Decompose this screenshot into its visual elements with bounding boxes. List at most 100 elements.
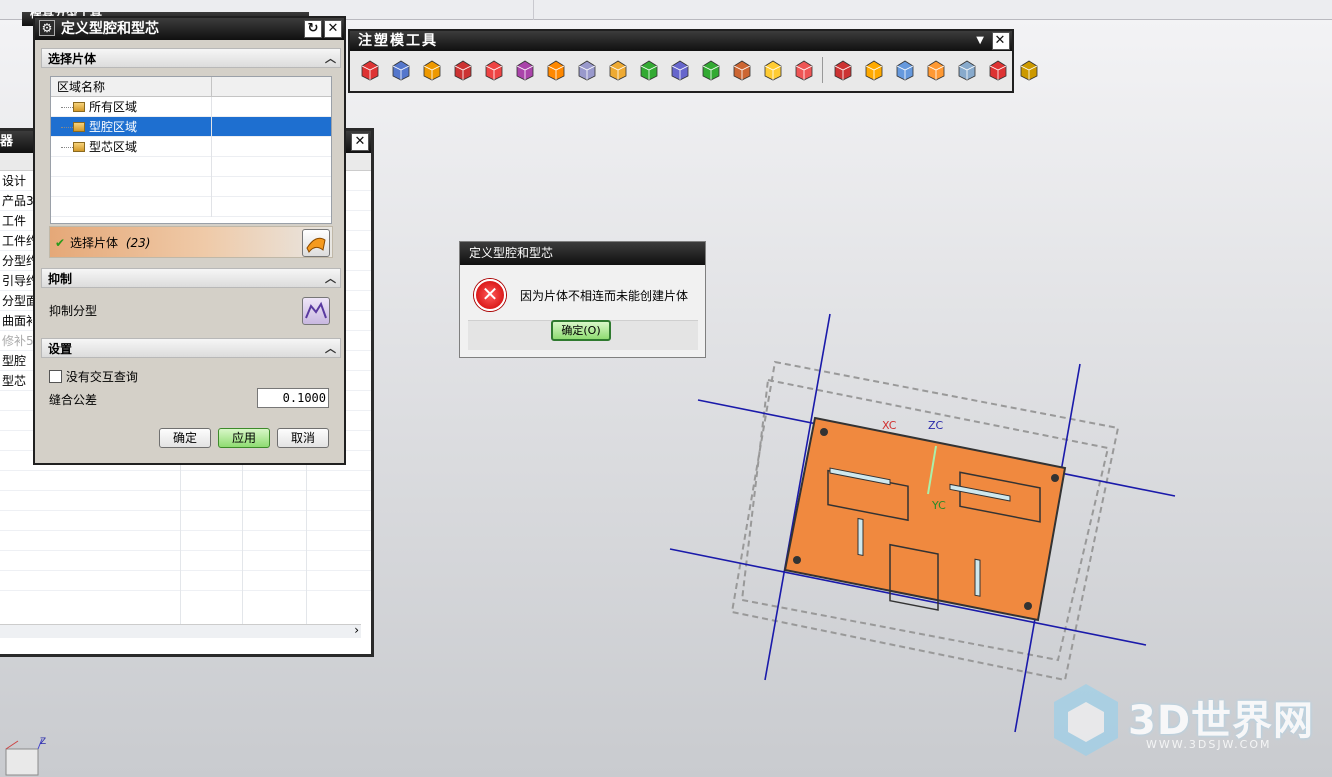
replace-face-icon[interactable]: [606, 58, 630, 82]
region-row-empty: [51, 157, 331, 177]
error-message: 因为片体不相连而未能创建片体: [520, 289, 689, 303]
dialog-titlebar: ⚙ 定义型腔和型芯 ↻ ✕: [35, 18, 344, 40]
reference-ruler-icon[interactable]: [1017, 58, 1041, 82]
sheet-patch-icon[interactable]: [451, 58, 475, 82]
chevron-up-icon[interactable]: ︿: [325, 339, 336, 359]
region-row-empty: [51, 177, 331, 197]
triad-z-label: Z: [40, 737, 46, 747]
region-row[interactable]: 型芯区域: [51, 137, 331, 157]
chevron-up-icon[interactable]: ︿: [325, 269, 336, 289]
mold-design-check-icon[interactable]: [986, 58, 1010, 82]
stitch-tolerance-input[interactable]: [257, 388, 329, 408]
trim-region-icon[interactable]: [575, 58, 599, 82]
section-suppress-label: 抑制: [48, 272, 73, 286]
no-interaction-checkbox[interactable]: [49, 370, 62, 383]
dialog-title: 定义型腔和型芯: [61, 21, 159, 37]
strip-separator: [533, 0, 534, 20]
scroll-right-icon[interactable]: ›: [354, 623, 359, 637]
column-divider: [211, 177, 212, 197]
select-sheet-row[interactable]: ✔ 选择片体 (23): [49, 226, 333, 258]
suppress-parting-button[interactable]: [302, 297, 330, 325]
region-table-header: 区域名称: [51, 77, 331, 97]
column-divider: [211, 117, 212, 137]
section-settings-label: 设置: [48, 342, 73, 356]
xc-axis-label: XC: [882, 419, 897, 432]
edge-patch-icon[interactable]: [482, 58, 506, 82]
extension-sheet-icon[interactable]: [637, 58, 661, 82]
graphics-viewport[interactable]: XC ZC YC: [660, 300, 1200, 740]
extend-sheet-icon[interactable]: [513, 58, 537, 82]
watermark: 3D世界网 WWW.3DSJW.COM: [1046, 680, 1316, 765]
select-sheet-count: (23): [125, 236, 151, 250]
column-divider: [211, 157, 212, 177]
section-suppress[interactable]: 抑制 ︿: [41, 268, 341, 288]
view-triad: Z: [5, 737, 46, 776]
solid-patch-icon[interactable]: [420, 58, 444, 82]
region-icon: [73, 122, 85, 132]
column-divider: [211, 97, 212, 117]
suppress-parting-label: 抑制分型: [49, 304, 98, 318]
section-settings[interactable]: 设置 ︿: [41, 338, 341, 358]
cube-logo-icon: [1054, 684, 1118, 756]
toolbar-menu-icon[interactable]: ▼: [976, 31, 986, 51]
dialog-close-button[interactable]: ✕: [324, 20, 342, 38]
toolbar-titlebar: 注塑模工具 ▼ ✕: [350, 31, 1012, 51]
trim-solid-icon[interactable]: [924, 58, 948, 82]
tree-row-empty: [0, 491, 371, 511]
tree-connector: [61, 107, 73, 108]
region-row[interactable]: 型腔区域: [51, 117, 331, 137]
bounded-plane-icon[interactable]: [544, 58, 568, 82]
tree-row-empty: [0, 551, 371, 571]
reset-icon[interactable]: ↻: [304, 20, 322, 38]
region-table: 区域名称 所有区域 型腔区域型芯区域: [50, 76, 332, 224]
define-cavity-core-dialog: ⚙ 定义型腔和型芯 ↻ ✕ 选择片体 ︿ 区域名称 所有区域 型腔区域型芯区域 ✔…: [33, 16, 346, 465]
tree-row-empty: [0, 471, 371, 491]
offset-region-icon[interactable]: [792, 58, 816, 82]
zc-axis-label: ZC: [928, 419, 944, 432]
cancel-button[interactable]: 取消: [277, 428, 329, 448]
section-select-sheet-label: 选择片体: [48, 52, 97, 66]
split-solid-icon[interactable]: [389, 58, 413, 82]
tree-row-empty: [0, 571, 371, 591]
yc-axis-label: YC: [931, 499, 946, 512]
column-divider: [211, 197, 212, 217]
region-icon: [73, 102, 85, 112]
face-color-icon[interactable]: [955, 58, 979, 82]
region-name: 型芯区域: [89, 140, 138, 154]
no-interaction-row[interactable]: 没有交互查询: [49, 368, 138, 385]
toolbar-separator: [822, 57, 823, 83]
section-select-sheet[interactable]: 选择片体 ︿: [41, 48, 341, 68]
suppress-icon: [305, 301, 327, 319]
merge-cavity-icon[interactable]: [893, 58, 917, 82]
tree-connector: [61, 147, 73, 148]
error-dialog: 定义型腔和型芯 ✕ 因为片体不相连而未能创建片体 确定(O): [459, 241, 706, 358]
region-name-header: 区域名称: [57, 80, 106, 94]
sheet-body-icon: [306, 237, 326, 253]
chevron-up-icon[interactable]: ︿: [325, 49, 336, 69]
no-interaction-label: 没有交互查询: [65, 370, 138, 384]
check-icon: ✔: [55, 236, 66, 250]
wcs-icon[interactable]: [831, 58, 855, 82]
apply-button[interactable]: 应用: [218, 428, 270, 448]
extend-solid-icon[interactable]: [761, 58, 785, 82]
region-row-empty: [51, 197, 331, 217]
region-row[interactable]: 所有区域: [51, 97, 331, 117]
region-icon: [73, 142, 85, 152]
navigator-close-button[interactable]: ✕: [351, 133, 369, 151]
create-box-icon[interactable]: [358, 58, 382, 82]
reference-circle-icon[interactable]: [699, 58, 723, 82]
suppress-icon[interactable]: [862, 58, 886, 82]
molded-part: [783, 416, 1067, 622]
column-header-blank: [211, 77, 333, 97]
select-sheet-button[interactable]: [302, 229, 330, 257]
line-split-icon[interactable]: [668, 58, 692, 82]
error-ok-button[interactable]: 确定(O): [551, 320, 611, 341]
ok-button[interactable]: 确定: [159, 428, 211, 448]
horizontal-scrollbar[interactable]: ›: [0, 623, 361, 638]
split-face-icon[interactable]: [730, 58, 754, 82]
error-dialog-title: 定义型腔和型芯: [460, 242, 705, 265]
stitch-tolerance-label: 缝合公差: [49, 393, 98, 407]
navigator-title-text: 器: [0, 134, 14, 149]
toolbar-close-button[interactable]: ✕: [992, 32, 1010, 50]
gear-icon[interactable]: ⚙: [39, 20, 55, 36]
